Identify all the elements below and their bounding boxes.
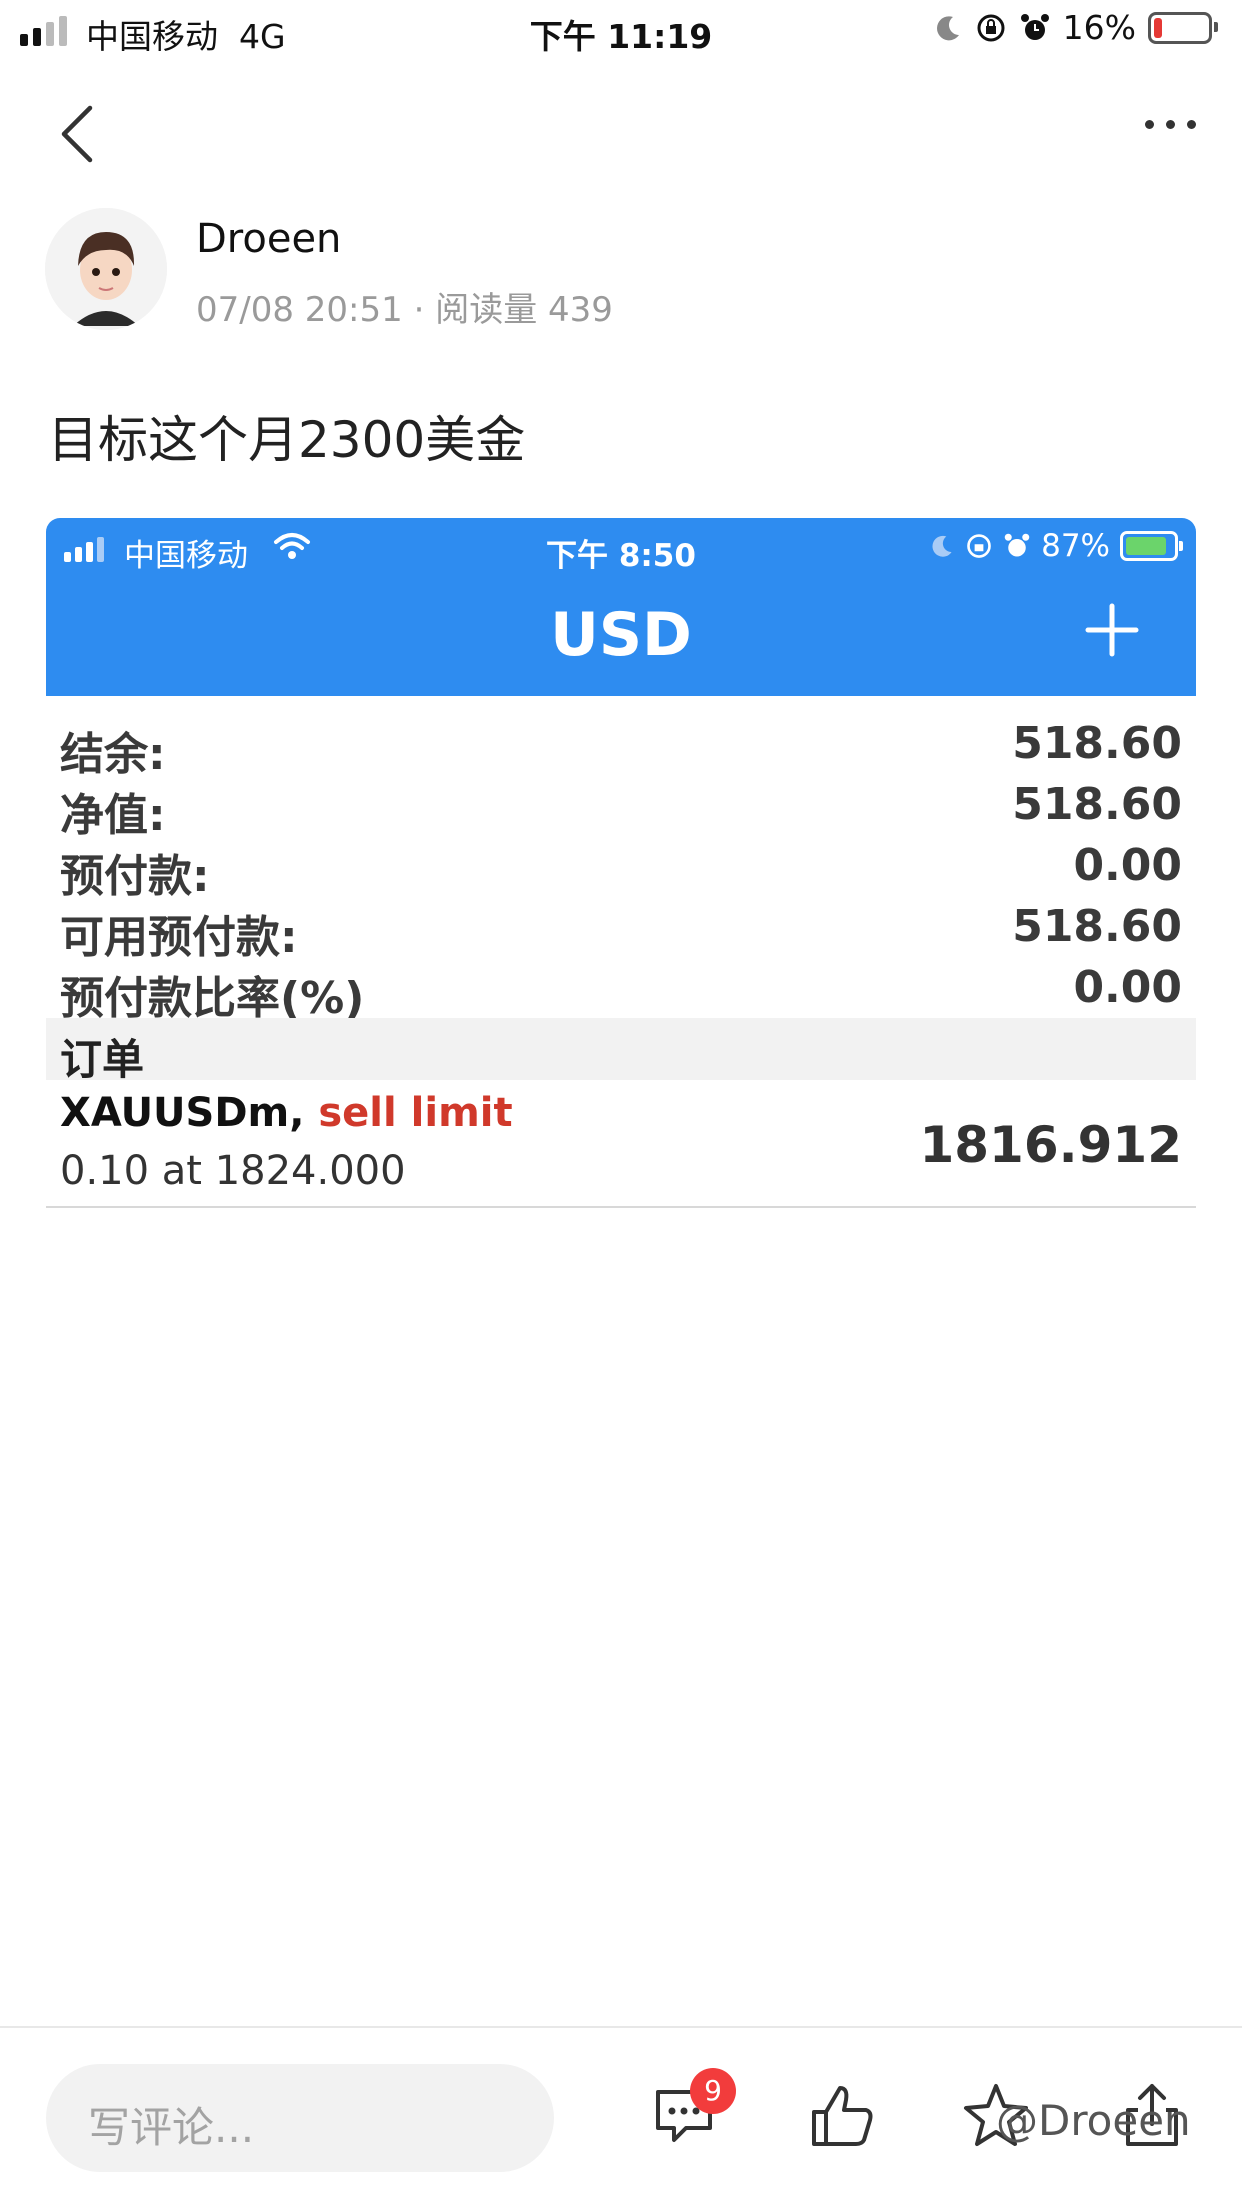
order-symbol-line: XAUUSDm, sell limit — [60, 1090, 513, 1136]
account-value: 0.00 — [1073, 840, 1182, 891]
status-bar: 中国移动 4G 下午 11:19 16% — [0, 0, 1242, 64]
comment-placeholder: 写评论... — [88, 2103, 255, 2152]
embedded-header: 中国移动 下午 8:50 87% USD — [46, 518, 1196, 696]
bottom-divider — [0, 2026, 1242, 2028]
order-price: 1816.912 — [919, 1116, 1182, 1174]
account-row: 预付款比率(%) 0.00 — [46, 956, 1196, 1024]
rotation-lock-icon — [977, 14, 1005, 41]
post-text: 目标这个月2300美金 — [48, 411, 526, 469]
currency-title: USD — [550, 600, 692, 670]
order-row[interactable]: XAUUSDm, sell limit 0.10 at 1824.000 181… — [46, 1080, 1196, 1208]
orders-section-header: 订单 — [46, 1018, 1196, 1084]
add-icon[interactable] — [1084, 602, 1140, 658]
account-value: 0.00 — [1073, 962, 1182, 1013]
watermark: @Droeen — [996, 2096, 1191, 2145]
like-icon[interactable] — [806, 2080, 878, 2152]
battery-icon — [1120, 531, 1183, 561]
embedded-battery-percent: 87% — [1041, 528, 1110, 564]
account-value: 518.60 — [1012, 718, 1182, 769]
account-value: 518.60 — [1012, 779, 1182, 830]
account-value: 518.60 — [1012, 901, 1182, 952]
rotation-lock-icon — [967, 534, 991, 558]
alarm-icon — [1020, 13, 1049, 40]
order-symbol: XAUUSDm, — [60, 1090, 305, 1136]
more-options-icon[interactable] — [1145, 120, 1196, 129]
alarm-icon — [1004, 533, 1030, 557]
order-type: sell limit — [318, 1090, 513, 1136]
back-arrow-icon[interactable] — [56, 104, 96, 164]
order-detail: 0.10 at 1824.000 — [60, 1148, 406, 1194]
comment-input[interactable]: 写评论... — [46, 2064, 554, 2172]
account-row: 可用预付款: 518.60 — [46, 895, 1196, 963]
battery-percent: 16% — [1062, 8, 1136, 47]
comment-count-badge: 9 — [690, 2068, 736, 2114]
status-right: 16% — [933, 8, 1218, 47]
meta-separator: · — [413, 290, 425, 330]
moon-icon — [936, 15, 959, 40]
account-row: 结余: 518.60 — [46, 712, 1196, 780]
avatar[interactable] — [45, 208, 167, 330]
battery-icon — [1148, 11, 1218, 44]
embedded-status-bar: 中国移动 下午 8:50 87% — [46, 518, 1196, 582]
read-count: 阅读量 439 — [435, 290, 613, 330]
moon-icon — [932, 535, 952, 557]
post-meta: 07/08 20:51 · 阅读量 439 — [196, 282, 613, 331]
account-row: 预付款: 0.00 — [46, 834, 1196, 902]
post-date: 07/08 20:51 — [196, 290, 403, 330]
account-label: 预付款比率(%) — [60, 973, 365, 1024]
orders-label: 订单 — [60, 1035, 145, 1084]
account-row: 净值: 518.60 — [46, 773, 1196, 841]
embedded-status-right: 87% — [929, 528, 1183, 564]
embedded-screenshot[interactable]: 中国移动 下午 8:50 87% USD 结余: 518.60 净值: 518.60 预… — [46, 518, 1196, 1208]
author-name[interactable]: Droeen — [196, 216, 341, 262]
